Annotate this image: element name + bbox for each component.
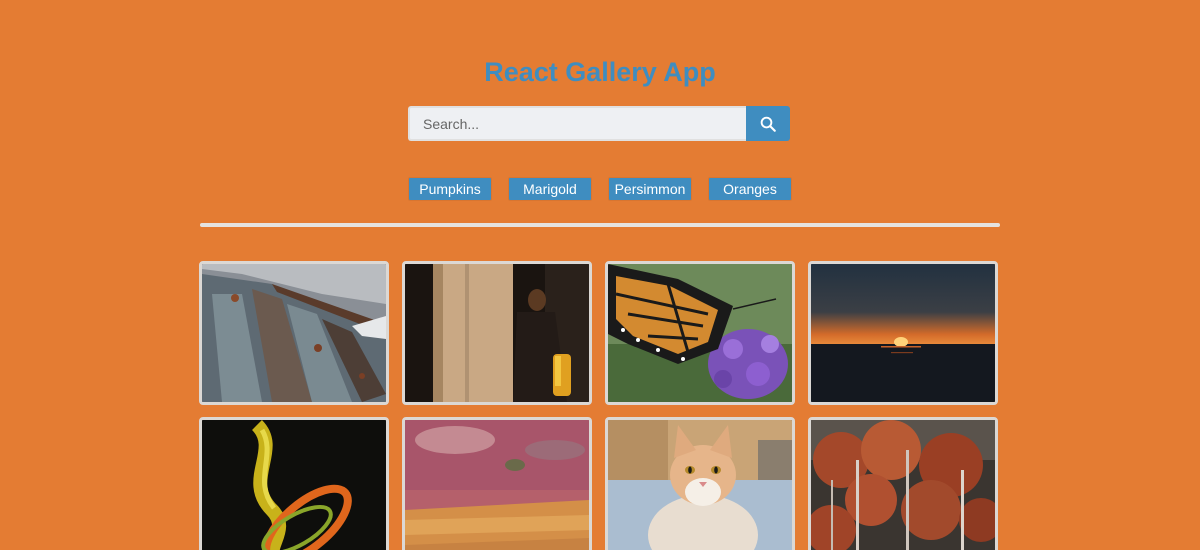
photo-autumn-trees[interactable] bbox=[808, 417, 998, 550]
photo-abstract-swirl[interactable] bbox=[199, 417, 389, 550]
photo-monarch-butterfly[interactable] bbox=[605, 261, 795, 405]
photo-sunset-over-sea[interactable] bbox=[808, 261, 998, 405]
nav-link-persimmon[interactable]: Persimmon bbox=[609, 178, 691, 200]
nav-link-marigold[interactable]: Marigold bbox=[509, 178, 591, 200]
nav-link-oranges[interactable]: Oranges bbox=[709, 178, 791, 200]
photo-grid bbox=[199, 261, 1001, 550]
photo-peeling-paint-wall[interactable] bbox=[402, 417, 592, 550]
divider bbox=[200, 223, 1000, 227]
gallery-page: React Gallery App Pumpkins Marigold Pers… bbox=[0, 0, 1200, 550]
nav-link-pumpkins[interactable]: Pumpkins bbox=[409, 178, 491, 200]
photo-weathered-wood[interactable] bbox=[199, 261, 389, 405]
search-icon bbox=[760, 116, 776, 132]
photo-cat[interactable] bbox=[605, 417, 795, 550]
search-input[interactable] bbox=[408, 106, 746, 141]
topic-nav: Pumpkins Marigold Persimmon Oranges bbox=[0, 178, 1200, 200]
photo-person-in-doorway[interactable] bbox=[402, 261, 592, 405]
search-form bbox=[408, 106, 790, 141]
search-button[interactable] bbox=[746, 106, 790, 141]
page-title: React Gallery App bbox=[484, 57, 716, 87]
